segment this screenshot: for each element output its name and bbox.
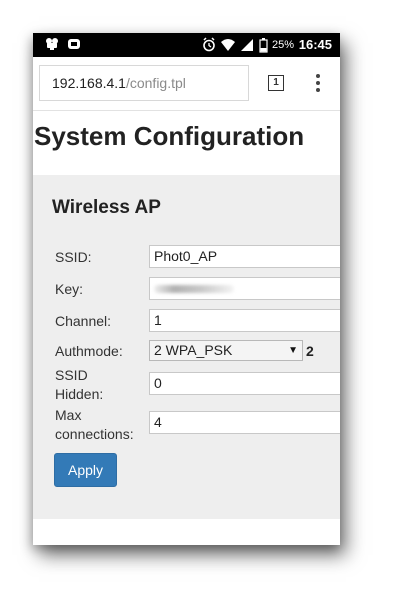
authmode-label: Authmode: <box>55 343 123 359</box>
app-notification-icon <box>45 37 59 51</box>
ssid-hidden-input[interactable]: 0 <box>149 372 340 395</box>
authmode-select[interactable]: 2 WPA_PSK ▼ <box>149 340 303 361</box>
url-path: /config.tpl <box>125 75 186 91</box>
tab-switcher-button[interactable]: 1 <box>268 75 284 91</box>
ssid-hidden-label-line1: SSID <box>55 367 88 383</box>
key-label: Key: <box>55 281 84 297</box>
overflow-menu-icon[interactable] <box>313 72 323 94</box>
clock: 16:45 <box>298 37 332 52</box>
status-bar: 25% 16:45 <box>33 33 340 57</box>
signal-icon <box>240 33 254 57</box>
ssid-label: SSID: <box>55 249 92 265</box>
channel-input[interactable]: 1 <box>149 309 340 332</box>
url-host: 192.168.4.1 <box>52 75 126 91</box>
max-connections-label-line2: connections: <box>55 426 134 442</box>
phone-screen: 25% 16:45 192.168.4.1/config.tpl 1 Syste… <box>33 33 340 545</box>
alarm-icon <box>202 33 216 57</box>
wifi-icon <box>220 33 236 57</box>
browser-toolbar: 192.168.4.1/config.tpl 1 <box>33 57 340 111</box>
key-input[interactable] <box>149 277 340 300</box>
page-title: System Configuration <box>34 121 305 151</box>
battery-percent: 25% <box>271 39 294 51</box>
battery-icon <box>259 33 268 57</box>
channel-label: Channel: <box>55 313 112 329</box>
max-connections-input[interactable]: 4 <box>149 411 340 434</box>
wireless-ap-panel: Wireless AP SSID: Phot0_AP Key: Channel:… <box>33 175 340 519</box>
apply-button[interactable]: Apply <box>54 453 117 487</box>
ssid-input[interactable]: Phot0_AP <box>149 245 340 268</box>
address-bar[interactable]: 192.168.4.1/config.tpl <box>39 65 249 101</box>
dropdown-arrow-icon: ▼ <box>288 345 298 356</box>
authmode-value-text: 2 <box>306 343 314 359</box>
section-title: Wireless AP <box>52 197 161 218</box>
app-notification-icon <box>67 37 81 51</box>
max-connections-label-line1: Max <box>55 407 82 423</box>
obscured-key-value <box>154 285 234 293</box>
ssid-hidden-label-line2: Hidden: <box>55 386 104 402</box>
authmode-selected-value: 2 WPA_PSK <box>154 342 233 358</box>
